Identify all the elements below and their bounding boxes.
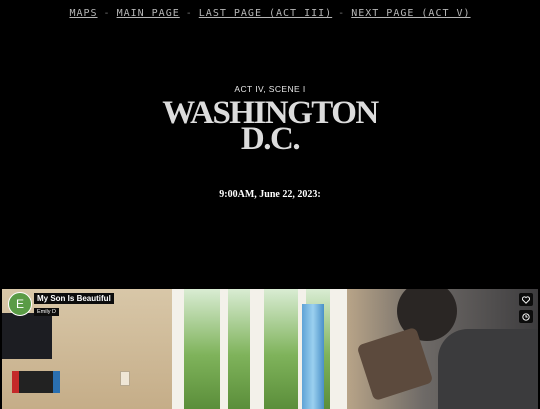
channel-avatar[interactable]: E (8, 292, 32, 316)
nav-separator: - (338, 8, 346, 19)
heart-icon (522, 295, 530, 304)
next-page-link[interactable]: NEXT PAGE (ACT V) (351, 8, 470, 19)
video-title[interactable]: My Son Is Beautiful (34, 293, 114, 304)
act-scene-label: ACT IV, SCENE I (234, 84, 306, 94)
video-outlet (120, 371, 130, 386)
nav-separator: - (185, 8, 193, 19)
timestamp: 9:00AM, June 22, 2023: (219, 189, 321, 200)
nav-separator: - (103, 8, 111, 19)
clock-icon (522, 312, 530, 321)
last-page-link[interactable]: LAST PAGE (ACT III) (199, 8, 332, 19)
video-author[interactable]: Emily D (34, 308, 59, 316)
video-console (12, 371, 60, 393)
watch-later-button[interactable] (519, 310, 533, 323)
video-window (172, 289, 362, 409)
video-curtain (302, 304, 324, 409)
video-player[interactable] (2, 289, 538, 409)
top-navigation: MAPS - MAIN PAGE - LAST PAGE (ACT III) - NEXT … (0, 8, 540, 19)
page-title: WASHINGTON D.C. (0, 97, 540, 157)
like-button[interactable] (519, 293, 533, 306)
main-page-link[interactable]: MAIN PAGE (117, 8, 180, 19)
title-line-2: D.C. (240, 121, 301, 157)
maps-link[interactable]: MAPS (69, 8, 97, 19)
video-tv (2, 313, 52, 359)
